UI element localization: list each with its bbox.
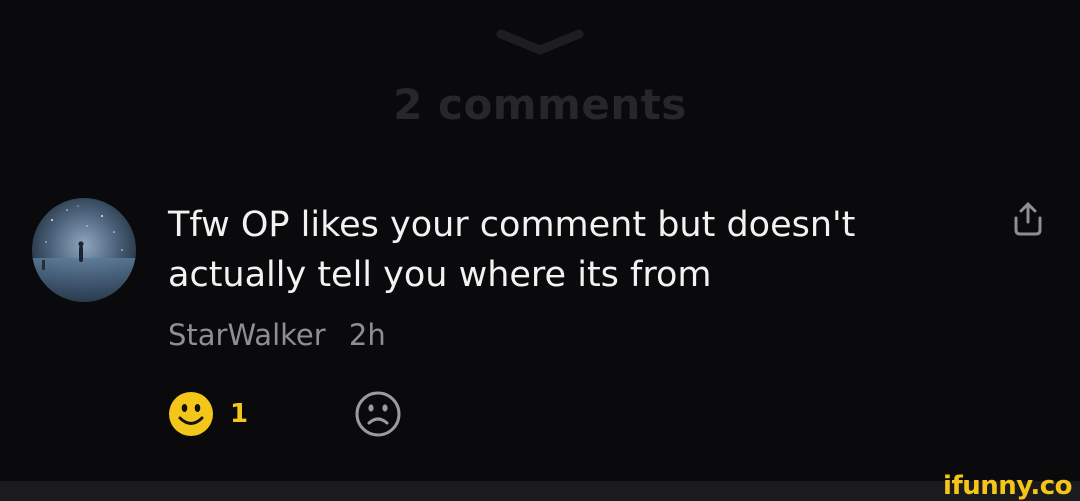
avatar-image [32,198,136,302]
comment-timestamp: 2h [348,318,386,352]
comments-screen: 2 comments Tfw OP likes your comment but… [0,0,1080,501]
watermark: ifunny.co [943,471,1072,501]
share-upload-icon[interactable] [1010,200,1046,238]
dislike-button[interactable] [354,390,402,438]
footer-bar [0,481,1080,501]
author-name[interactable]: StarWalker [168,318,326,352]
smiley-face-icon [169,392,213,436]
like-button[interactable]: 1 [168,391,248,437]
like-count: 1 [230,399,249,429]
comment-text: Tfw OP likes your comment but doesn't ac… [168,205,856,295]
reaction-bar: 1 [168,390,401,438]
comment-count-title: 2 comments [393,80,687,129]
frown-face-icon [355,391,401,437]
avatar[interactable] [32,198,136,302]
chevron-down-icon[interactable] [495,28,585,56]
comment-meta: StarWalker 2h [168,318,386,352]
